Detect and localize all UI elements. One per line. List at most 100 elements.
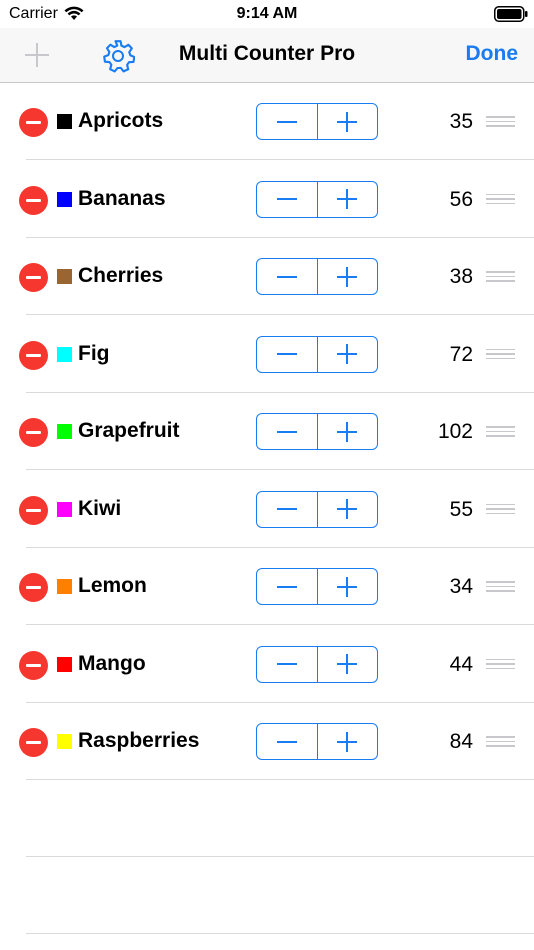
counter-stepper <box>256 103 378 140</box>
reorder-handle-icon[interactable] <box>486 736 515 747</box>
counter-row: Lemon 34 <box>0 548 534 625</box>
delete-icon[interactable] <box>19 495 48 525</box>
counter-value: 44 <box>449 652 473 676</box>
reorder-handle-icon[interactable] <box>486 426 515 437</box>
plus-icon <box>337 344 358 364</box>
increment-button[interactable] <box>316 491 378 527</box>
counter-stepper <box>256 723 378 760</box>
delete-icon[interactable] <box>19 340 48 370</box>
row-divider <box>26 779 534 780</box>
counter-stepper <box>256 490 378 528</box>
counter-name: Lemon <box>78 574 147 597</box>
increment-button[interactable] <box>316 724 378 759</box>
minus-icon <box>276 508 297 510</box>
reorder-handle-icon[interactable] <box>486 581 515 592</box>
counter-name: Fig <box>78 341 110 365</box>
reorder-handle-icon[interactable] <box>486 503 515 515</box>
delete-icon[interactable] <box>19 263 48 292</box>
decrement-button[interactable] <box>257 569 317 604</box>
counter-row: Raspberries 84 <box>0 703 534 780</box>
row-divider <box>26 856 534 857</box>
color-swatch <box>57 734 72 749</box>
reorder-handle-icon[interactable] <box>486 193 515 205</box>
plus-icon <box>337 421 358 442</box>
decrement-button[interactable] <box>257 182 317 217</box>
color-swatch <box>57 579 72 594</box>
reorder-handle-icon[interactable] <box>486 658 515 670</box>
delete-icon[interactable] <box>19 108 48 137</box>
decrement-button[interactable] <box>257 724 317 759</box>
counter-stepper <box>256 335 378 373</box>
counter-name: Bananas <box>78 186 166 210</box>
decrement-button[interactable] <box>257 259 317 294</box>
plus-icon <box>337 266 358 287</box>
counter-value: 102 <box>437 420 473 443</box>
color-swatch <box>57 501 72 517</box>
increment-button[interactable] <box>316 336 378 372</box>
increment-button[interactable] <box>316 646 378 682</box>
counter-value: 56 <box>449 187 473 211</box>
counter-row: Apricots 35 <box>0 83 534 160</box>
counter-row: Bananas 56 <box>0 161 534 238</box>
counter-row: Mango 44 <box>0 626 534 703</box>
counter-name: Kiwi <box>78 496 122 520</box>
status-bar: Carrier 9:14 AM <box>0 0 534 28</box>
plus-icon <box>337 576 358 597</box>
delete-icon[interactable] <box>19 650 48 680</box>
done-button[interactable]: Done <box>444 42 519 66</box>
minus-icon <box>276 120 297 123</box>
delete-icon[interactable] <box>19 185 48 215</box>
navigation-bar: Multi Counter Pro Done <box>0 28 534 83</box>
clock: 9:14 AM <box>236 5 298 22</box>
counter-stepper <box>256 413 378 450</box>
counter-stepper <box>256 180 378 218</box>
counter-row: Cherries 38 <box>0 238 534 315</box>
minus-icon <box>276 275 297 278</box>
color-swatch <box>57 269 72 284</box>
minus-icon <box>276 430 297 433</box>
decrement-button[interactable] <box>257 492 317 527</box>
color-swatch <box>57 424 72 439</box>
minus-icon <box>276 585 297 588</box>
counter-stepper <box>256 568 378 605</box>
decrement-button[interactable] <box>257 414 317 449</box>
counter-name: Apricots <box>78 109 164 132</box>
counter-stepper <box>256 258 378 295</box>
color-swatch <box>57 191 72 207</box>
delete-icon[interactable] <box>19 573 48 602</box>
reorder-handle-icon[interactable] <box>486 348 515 360</box>
counter-name: Cherries <box>78 264 164 287</box>
counter-name: Grapefruit <box>78 419 180 442</box>
minus-icon <box>276 198 297 200</box>
counter-value: 34 <box>449 575 473 598</box>
decrement-button[interactable] <box>257 647 317 682</box>
increment-button[interactable] <box>316 181 378 217</box>
counter-row: Grapefruit 102 <box>0 393 534 470</box>
reorder-handle-icon[interactable] <box>486 271 515 282</box>
plus-icon <box>337 731 358 752</box>
battery-icon <box>494 6 528 22</box>
counter-name: Raspberries <box>78 729 200 752</box>
plus-icon <box>337 111 358 132</box>
color-swatch <box>57 346 72 362</box>
counter-value: 38 <box>449 265 473 288</box>
increment-button[interactable] <box>316 259 378 294</box>
plus-icon <box>337 189 358 209</box>
decrement-button[interactable] <box>257 337 317 372</box>
counter-row: Fig 72 <box>0 316 534 393</box>
increment-button[interactable] <box>316 414 378 449</box>
minus-icon <box>276 740 297 743</box>
increment-button[interactable] <box>316 104 378 139</box>
counter-value: 84 <box>449 730 473 753</box>
minus-icon <box>276 353 297 355</box>
delete-icon[interactable] <box>19 418 48 447</box>
counter-value: 35 <box>449 110 473 133</box>
color-swatch <box>57 656 72 672</box>
reorder-handle-icon[interactable] <box>486 116 515 127</box>
counter-value: 72 <box>449 342 473 366</box>
decrement-button[interactable] <box>257 104 317 139</box>
counter-name: Mango <box>78 651 146 675</box>
delete-icon[interactable] <box>19 728 48 757</box>
increment-button[interactable] <box>316 569 378 604</box>
counter-value: 55 <box>449 497 473 521</box>
